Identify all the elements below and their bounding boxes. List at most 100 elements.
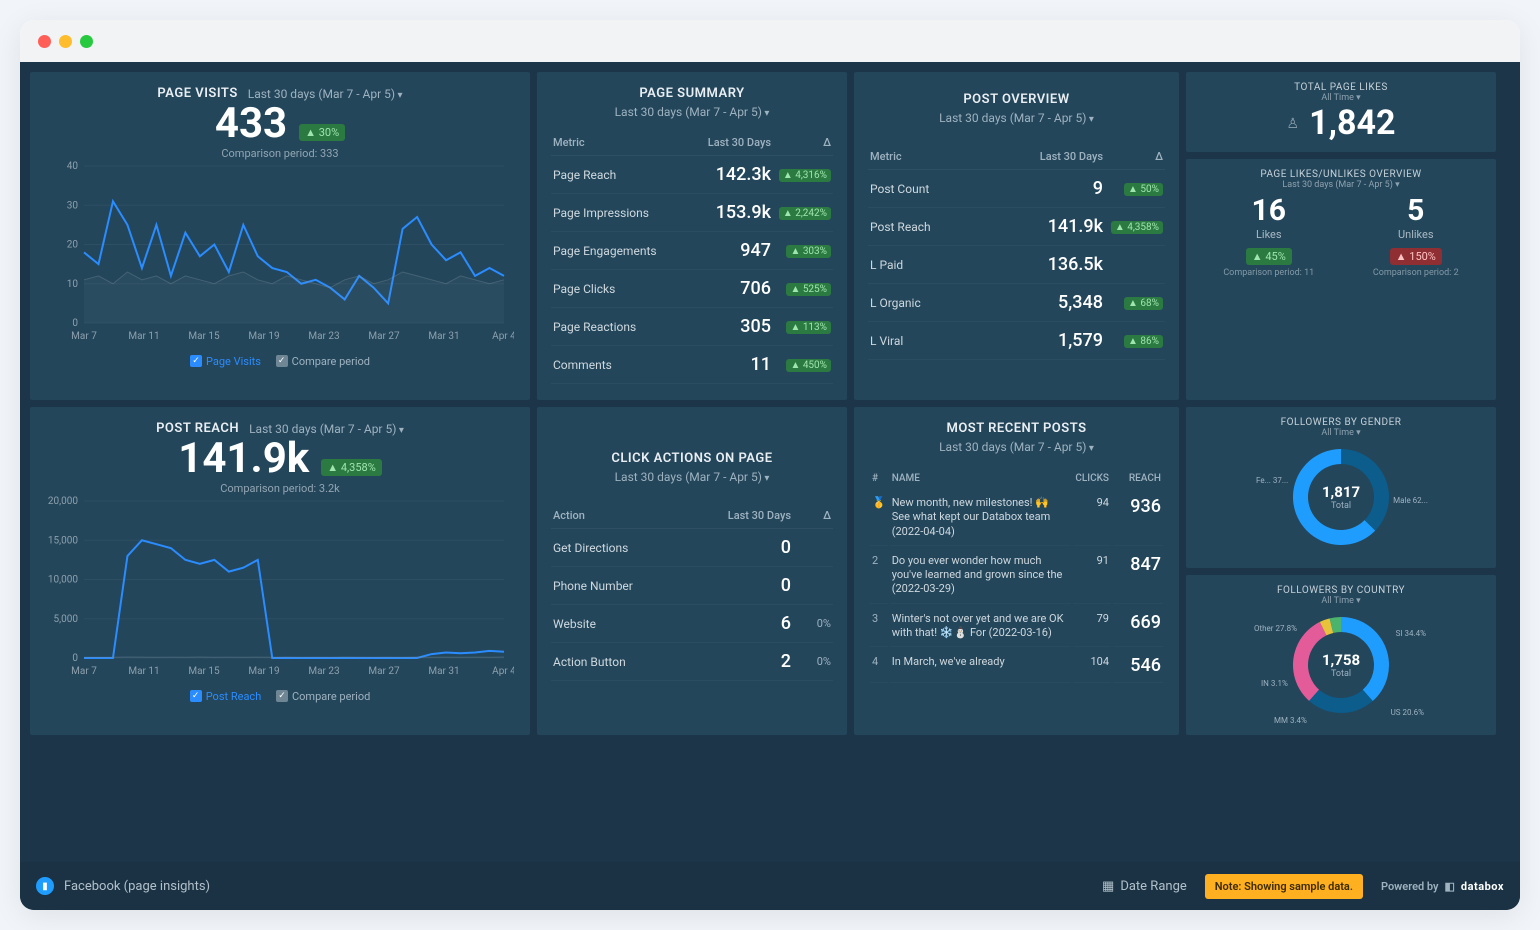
- col-last30: Last 30 Days: [688, 130, 773, 156]
- recent-posts-range[interactable]: Last 30 days (Mar 7 - Apr 5): [939, 440, 1094, 454]
- post-reach-comparison: Comparison period: 3.2k: [44, 482, 516, 495]
- svg-text:Mar 7: Mar 7: [71, 331, 97, 342]
- card-click-actions: CLICK ACTIONS ON PAGE Last 30 days (Mar …: [537, 407, 847, 735]
- date-range-label: Date Range: [1120, 879, 1186, 894]
- svg-text:Mar 23: Mar 23: [308, 331, 339, 342]
- legend-post-reach[interactable]: ✓Post Reach: [190, 690, 262, 703]
- databox-logo-icon: ◧: [1445, 880, 1455, 893]
- table-row: Post Reach141.9k▲ 4,358%: [868, 208, 1165, 246]
- total-likes-value: 1,842: [1309, 105, 1395, 142]
- titlebar: [20, 20, 1520, 62]
- footer-source: Facebook (page insights): [64, 879, 210, 894]
- close-icon[interactable]: [38, 35, 51, 48]
- svg-text:30: 30: [67, 200, 79, 211]
- col-delta: Δ: [773, 130, 833, 156]
- col-reach: REACH: [1113, 469, 1163, 488]
- gender-label-female: Fe... 37...: [1256, 477, 1288, 486]
- unlikes-value: 5: [1373, 196, 1459, 226]
- page-visits-delta: ▲ 30%: [299, 124, 345, 141]
- powered-by: Powered by ◧ databox: [1381, 880, 1504, 893]
- svg-text:40: 40: [67, 161, 79, 172]
- col-action: Action: [551, 503, 685, 529]
- country-total-label: Total: [1331, 669, 1351, 679]
- legend-compare-period[interactable]: ✓Compare period: [276, 355, 370, 368]
- followers-country-range[interactable]: All Time: [1194, 596, 1488, 606]
- gender-label-male: Male 62...: [1393, 497, 1428, 506]
- svg-text:Apr 4: Apr 4: [492, 331, 514, 342]
- post-reach-chart: 05,00010,00015,00020,000Mar 7Mar 11Mar 1…: [44, 495, 514, 680]
- click-actions-range[interactable]: Last 30 days (Mar 7 - Apr 5): [615, 470, 770, 484]
- recent-posts-title: MOST RECENT POSTS: [868, 421, 1165, 436]
- svg-text:Mar 11: Mar 11: [128, 331, 159, 342]
- table-row: Post Count9▲ 50%: [868, 170, 1165, 208]
- card-likes-unlikes: PAGE LIKES/UNLIKES OVERVIEW Last 30 days…: [1186, 159, 1496, 400]
- unlikes-block: 5 Unlikes ▲ 150% Comparison period: 2: [1373, 196, 1459, 278]
- table-row: Page Reactions305▲ 113%: [551, 308, 833, 346]
- followers-gender-range[interactable]: All Time: [1194, 428, 1488, 438]
- svg-text:10,000: 10,000: [48, 575, 78, 586]
- list-item[interactable]: 3Winter's not over yet and we are OK wit…: [870, 606, 1163, 648]
- click-actions-table: Action Last 30 Days Δ Get Directions0Pho…: [551, 503, 833, 681]
- country-label-si: SI 34.4%: [1396, 630, 1426, 639]
- svg-text:0: 0: [72, 318, 78, 329]
- followers-gender-donut: 1,817Total Fe... 37... Male 62...: [1286, 442, 1396, 552]
- page-visits-comparison: Comparison period: 333: [44, 147, 516, 160]
- svg-text:Mar 31: Mar 31: [428, 331, 459, 342]
- post-overview-table: Metric Last 30 Days Δ Post Count9▲ 50%Po…: [868, 144, 1165, 360]
- right-column-bottom: FOLLOWERS BY GENDER All Time 1,817Total …: [1186, 407, 1496, 735]
- card-post-overview: POST OVERVIEW Last 30 days (Mar 7 - Apr …: [854, 72, 1179, 400]
- calendar-icon: ▦: [1102, 879, 1114, 894]
- unlikes-comparison: Comparison period: 2: [1373, 268, 1459, 279]
- col-idx: #: [870, 469, 888, 488]
- post-overview-title: POST OVERVIEW: [868, 92, 1165, 107]
- date-range-button[interactable]: ▦ Date Range: [1102, 879, 1187, 894]
- col-delta: Δ: [1105, 144, 1165, 170]
- table-row: Comments11▲ 450%: [551, 346, 833, 384]
- gender-total: 1,817: [1322, 483, 1360, 501]
- card-page-visits: PAGE VISITS Last 30 days (Mar 7 - Apr 5)…: [30, 72, 530, 400]
- gender-total-label: Total: [1331, 501, 1351, 511]
- svg-text:Mar 27: Mar 27: [368, 331, 400, 342]
- svg-text:15,000: 15,000: [48, 535, 78, 546]
- post-reach-legend: ✓Post Reach ✓Compare period: [44, 688, 516, 703]
- col-name: NAME: [890, 469, 1072, 488]
- minimize-icon[interactable]: [59, 35, 72, 48]
- followers-gender-title: FOLLOWERS BY GENDER: [1194, 417, 1488, 428]
- list-item[interactable]: 4In March, we've already104546: [870, 649, 1163, 683]
- post-overview-range[interactable]: Last 30 days (Mar 7 - Apr 5): [939, 111, 1094, 125]
- recent-posts-table: # NAME CLICKS REACH 🥇New month, new mile…: [868, 467, 1165, 685]
- table-row: L Paid136.5k: [868, 246, 1165, 284]
- legend-page-visits[interactable]: ✓Page Visits: [190, 355, 261, 368]
- sample-data-badge: Note: Showing sample data.: [1205, 874, 1363, 899]
- unlikes-delta: ▲ 150%: [1390, 248, 1442, 265]
- card-followers-country: FOLLOWERS BY COUNTRY All Time 1,758Total…: [1186, 575, 1496, 736]
- svg-text:20,000: 20,000: [48, 496, 78, 507]
- app-window: PAGE VISITS Last 30 days (Mar 7 - Apr 5)…: [20, 20, 1520, 910]
- card-recent-posts: MOST RECENT POSTS Last 30 days (Mar 7 - …: [854, 407, 1179, 735]
- table-row: Page Impressions153.9k▲ 2,242%: [551, 194, 833, 232]
- likes-unlikes-range[interactable]: Last 30 days (Mar 7 - Apr 5): [1194, 180, 1488, 190]
- list-item[interactable]: 2Do you ever wonder how much you've lear…: [870, 548, 1163, 604]
- svg-text:Mar 19: Mar 19: [248, 666, 279, 677]
- svg-text:Mar 7: Mar 7: [71, 666, 97, 677]
- card-followers-gender: FOLLOWERS BY GENDER All Time 1,817Total …: [1186, 407, 1496, 568]
- person-icon: ♙: [1287, 116, 1300, 132]
- total-likes-range[interactable]: All Time: [1194, 93, 1488, 103]
- list-item[interactable]: 🥇New month, new milestones! 🙌 See what k…: [870, 490, 1163, 546]
- page-summary-range[interactable]: Last 30 days (Mar 7 - Apr 5): [615, 105, 770, 119]
- total-likes-title: TOTAL PAGE LIKES: [1194, 82, 1488, 93]
- post-reach-delta: ▲ 4,358%: [321, 459, 382, 476]
- col-last30: Last 30 Days: [984, 144, 1105, 170]
- svg-text:Mar 27: Mar 27: [368, 666, 400, 677]
- col-last30: Last 30 Days: [685, 503, 793, 529]
- maximize-icon[interactable]: [80, 35, 93, 48]
- likes-delta: ▲ 45%: [1246, 248, 1292, 265]
- table-row: Website60%: [551, 605, 833, 643]
- svg-text:Mar 15: Mar 15: [188, 331, 220, 342]
- table-row: Action Button20%: [551, 643, 833, 681]
- card-page-summary: PAGE SUMMARY Last 30 days (Mar 7 - Apr 5…: [537, 72, 847, 400]
- country-total: 1,758: [1322, 651, 1360, 669]
- svg-text:Mar 11: Mar 11: [128, 666, 159, 677]
- legend-compare-period-2[interactable]: ✓Compare period: [276, 690, 370, 703]
- dashboard: PAGE VISITS Last 30 days (Mar 7 - Apr 5)…: [20, 62, 1520, 910]
